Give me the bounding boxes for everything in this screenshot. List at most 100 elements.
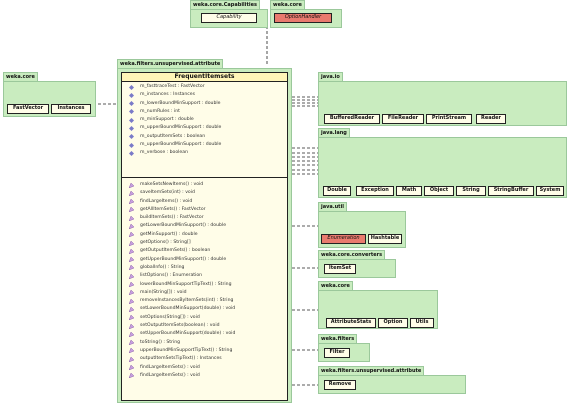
method-label: upperBoundMinSupportTipText() : String bbox=[140, 347, 233, 353]
field-row[interactable]: m_outputItemSets : boolean bbox=[122, 133, 287, 141]
methods-compartment: makeSetsNewItems() : void saveItemSets(i… bbox=[122, 178, 287, 380]
class-bufferedreader[interactable]: BufferedReader bbox=[324, 114, 380, 124]
class-string[interactable]: String bbox=[456, 186, 486, 196]
method-icon bbox=[129, 340, 134, 346]
class-filter[interactable]: Filter bbox=[324, 348, 350, 358]
method-icon bbox=[129, 323, 134, 329]
class-math[interactable]: Math bbox=[396, 186, 422, 196]
class-itemset[interactable]: ItemSet bbox=[324, 264, 356, 274]
method-icon bbox=[129, 257, 134, 263]
method-row[interactable]: findLargeItems() : void bbox=[122, 198, 287, 206]
method-icon bbox=[129, 315, 134, 321]
field-icon bbox=[129, 134, 134, 140]
interface-enumeration[interactable]: Enumeration bbox=[321, 234, 366, 244]
method-row[interactable]: getLowerBoundMinSupport() : double bbox=[122, 222, 287, 230]
class-double[interactable]: Double bbox=[323, 186, 351, 196]
field-row[interactable]: m_verbose : boolean bbox=[122, 149, 287, 157]
class-filereader[interactable]: FileReader bbox=[382, 114, 424, 124]
field-label: m_upperBoundMinSupport : double bbox=[140, 125, 222, 131]
field-label: m_instances : Instances bbox=[140, 92, 196, 98]
method-row[interactable]: lowerBoundMinSupportTipText() : String bbox=[122, 281, 287, 289]
method-row[interactable]: toString() : String bbox=[122, 339, 287, 347]
method-row[interactable]: removeInstancesByItemSets(int) : String bbox=[122, 297, 287, 305]
class-option[interactable]: Option bbox=[378, 318, 408, 328]
method-icon bbox=[129, 290, 134, 296]
class-fastvector[interactable]: FastVector bbox=[7, 104, 49, 114]
class-instances[interactable]: Instances bbox=[51, 104, 91, 114]
method-label: findLargeItemSets() : void bbox=[140, 372, 200, 378]
method-icon bbox=[129, 282, 134, 288]
method-row[interactable]: outputItemSetsTipText() : Instances bbox=[122, 355, 287, 363]
method-row[interactable]: getUpperBoundMinSupport() : double bbox=[122, 256, 287, 264]
method-row[interactable]: setOptions(String[]) : void bbox=[122, 314, 287, 322]
field-row[interactable]: m_upperBoundMinSupport : double bbox=[122, 141, 287, 149]
method-row[interactable]: buildItemSets() : FastVector bbox=[122, 214, 287, 222]
method-icon bbox=[129, 215, 134, 221]
field-icon bbox=[129, 150, 134, 156]
method-row[interactable]: setLowerBoundMinSupport(double) : void bbox=[122, 305, 287, 313]
class-printstream[interactable]: PrintStream bbox=[426, 114, 472, 124]
field-label: m_fasttraceTest : FastVector bbox=[140, 84, 205, 89]
class-capability[interactable]: Capability bbox=[201, 13, 257, 23]
field-row[interactable]: m_fasttraceTest : FastVector bbox=[122, 83, 287, 91]
method-label: setOutputItemSets(boolean) : void bbox=[140, 323, 220, 329]
method-label: getLowerBoundMinSupport() : double bbox=[140, 223, 227, 229]
class-stringbuffer[interactable]: StringBuffer bbox=[488, 186, 534, 196]
field-row[interactable]: m_numRules : int bbox=[122, 108, 287, 116]
class-hashtable[interactable]: Hashtable bbox=[368, 234, 402, 244]
field-icon bbox=[129, 101, 134, 107]
class-frequentitemsets[interactable]: FrequentItemsets m_fasttraceTest : FastV… bbox=[121, 72, 288, 401]
field-row[interactable]: m_lowerBoundMinSupport : double bbox=[122, 100, 287, 108]
field-icon bbox=[129, 117, 134, 123]
fields-compartment: m_fasttraceTest : FastVector m_instances… bbox=[122, 82, 287, 177]
method-row[interactable]: saveItemSets(int) : void bbox=[122, 189, 287, 197]
field-row[interactable]: m_minSupport : double bbox=[122, 116, 287, 124]
field-icon bbox=[129, 125, 134, 131]
method-row[interactable]: getMinSupport() : double bbox=[122, 231, 287, 239]
method-icon bbox=[129, 240, 134, 246]
field-row[interactable]: m_instances : Instances bbox=[122, 91, 287, 99]
method-row[interactable]: getOptions() : String[] bbox=[122, 239, 287, 247]
method-row[interactable]: setOutputItemSets(boolean) : void bbox=[122, 322, 287, 330]
field-label: m_minSupport : double bbox=[140, 117, 194, 123]
method-label: getMinSupport() : double bbox=[140, 231, 198, 237]
method-icon bbox=[129, 273, 134, 279]
class-object[interactable]: Object bbox=[424, 186, 454, 196]
class-utils[interactable]: Utils bbox=[410, 318, 434, 328]
interface-optionhandler[interactable]: OptionHandler bbox=[274, 13, 332, 23]
field-row[interactable]: m_upperBoundMinSupport : double bbox=[122, 124, 287, 132]
method-label: toString() : String bbox=[140, 339, 181, 345]
class-remove[interactable]: Remove bbox=[324, 380, 356, 390]
method-label: findLargeItemSets() : void bbox=[140, 364, 200, 370]
method-row[interactable]: globalInfo() : String bbox=[122, 264, 287, 272]
class-exception[interactable]: Exception bbox=[356, 186, 394, 196]
method-icon bbox=[129, 365, 134, 371]
method-label: outputItemSetsTipText() : Instances bbox=[140, 356, 222, 362]
class-system[interactable]: System bbox=[536, 186, 564, 196]
method-row[interactable]: makeSetsNewItems() : void bbox=[122, 181, 287, 189]
field-icon bbox=[129, 109, 134, 115]
method-icon bbox=[129, 265, 134, 271]
method-row[interactable]: findLargeItemSets() : void bbox=[122, 372, 287, 380]
method-icon bbox=[129, 373, 134, 379]
field-label: m_upperBoundMinSupport : double bbox=[140, 142, 222, 148]
method-row[interactable]: getAllItemSets() : FastVector bbox=[122, 206, 287, 214]
class-attributestats[interactable]: AttributeStats bbox=[326, 318, 376, 328]
method-row[interactable]: findLargeItemSets() : void bbox=[122, 364, 287, 372]
method-row[interactable]: getOutputItemSets() : boolean bbox=[122, 247, 287, 255]
method-row[interactable]: listOptions() : Enumeration bbox=[122, 272, 287, 280]
class-reader[interactable]: Reader bbox=[476, 114, 506, 124]
method-label: setLowerBoundMinSupport(double) : void bbox=[140, 306, 236, 312]
field-icon bbox=[129, 84, 134, 90]
method-label: main(String[]) : void bbox=[140, 289, 187, 295]
method-row[interactable]: setUpperBoundMinSupport(double) : void bbox=[122, 330, 287, 338]
method-row[interactable]: upperBoundMinSupportTipText() : String bbox=[122, 347, 287, 355]
method-row[interactable]: main(String[]) : void bbox=[122, 289, 287, 297]
method-icon bbox=[129, 207, 134, 213]
method-label: setOptions(String[]) : void bbox=[140, 314, 200, 320]
method-label: makeSetsNewItems() : void bbox=[140, 182, 204, 187]
method-label: getOutputItemSets() : boolean bbox=[140, 248, 211, 254]
field-label: m_outputItemSets : boolean bbox=[140, 133, 206, 139]
method-label: listOptions() : Enumeration bbox=[140, 273, 203, 279]
method-label: getUpperBoundMinSupport() : double bbox=[140, 256, 227, 262]
